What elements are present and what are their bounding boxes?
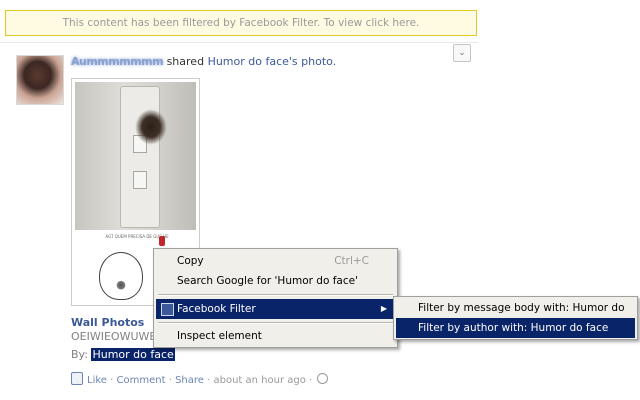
- by-name-selected[interactable]: Humor do face: [91, 348, 175, 361]
- story-options-button[interactable]: ⌄: [453, 44, 471, 62]
- menu-item-facebook-filter[interactable]: Facebook Filter ▶: [156, 299, 395, 319]
- album-title-link[interactable]: Wall Photos: [71, 316, 144, 329]
- avatar[interactable]: [16, 55, 64, 105]
- menu-item-inspect[interactable]: Inspect element: [156, 326, 395, 346]
- menu-item-filter-by-body[interactable]: Filter by message body with: Humor do fa…: [396, 298, 635, 334]
- meme-caption: AGT QUEM PRECISA DE GUS HE: [105, 234, 169, 239]
- menu-item-copy[interactable]: Copy Ctrl+C: [156, 251, 395, 271]
- menu-item-shortcut: Ctrl+C: [334, 255, 369, 267]
- menu-separator: [158, 322, 393, 324]
- menu-item-label: Copy: [177, 255, 204, 267]
- separator: ·: [168, 375, 172, 386]
- timestamp[interactable]: about an hour ago: [213, 375, 305, 386]
- globe-icon: [317, 373, 329, 384]
- spider: [135, 109, 167, 145]
- like-icon: [71, 372, 83, 385]
- story-actions: Like · Comment · Share · about an hour a…: [71, 372, 329, 386]
- chevron-down-icon: ⌄: [458, 48, 466, 58]
- facebook-filter-submenu: Filter by message body with: Humor do fa…: [393, 296, 638, 340]
- shared-photo-link[interactable]: Humor do face's photo.: [208, 55, 337, 68]
- author-name[interactable]: Aummmmmmm: [71, 55, 164, 68]
- switch: [133, 171, 147, 189]
- by-line: By: Humor do face: [71, 348, 175, 361]
- menu-item-label: Facebook Filter: [177, 303, 256, 315]
- red-mark: [159, 236, 165, 246]
- menu-separator: [158, 294, 393, 296]
- divider: [0, 42, 478, 43]
- by-label: By:: [71, 348, 88, 361]
- album-subtitle: OEIWIEOWUWE: [71, 330, 157, 343]
- submenu-arrow-icon: ▶: [380, 304, 387, 313]
- filter-banner[interactable]: This content has been filtered by Facebo…: [5, 10, 477, 36]
- menu-item-filter-by-author[interactable]: Filter by author with: Humor do face: [396, 318, 635, 338]
- comment-link[interactable]: Comment: [117, 375, 166, 386]
- meme-face: [99, 252, 143, 300]
- share-link[interactable]: Share: [175, 375, 204, 386]
- separator: ·: [207, 375, 211, 386]
- facebook-filter-icon: [161, 303, 174, 316]
- like-link[interactable]: Like: [87, 375, 107, 386]
- menu-item-label: Inspect element: [177, 330, 262, 342]
- light-switch-plate: [120, 86, 160, 228]
- menu-item-label: Filter by author with: Humor do face: [418, 322, 609, 334]
- menu-item-label: Search Google for 'Humor do face': [177, 275, 358, 287]
- separator: ·: [110, 375, 114, 386]
- context-menu: Copy Ctrl+C Search Google for 'Humor do …: [153, 248, 398, 348]
- story-action-text: shared: [166, 55, 205, 68]
- story-header: Aummmmmmm shared Humor do face's photo.: [71, 55, 336, 68]
- separator: ·: [309, 375, 313, 386]
- menu-item-search-google[interactable]: Search Google for 'Humor do face': [156, 271, 395, 291]
- photo-image: [75, 82, 196, 230]
